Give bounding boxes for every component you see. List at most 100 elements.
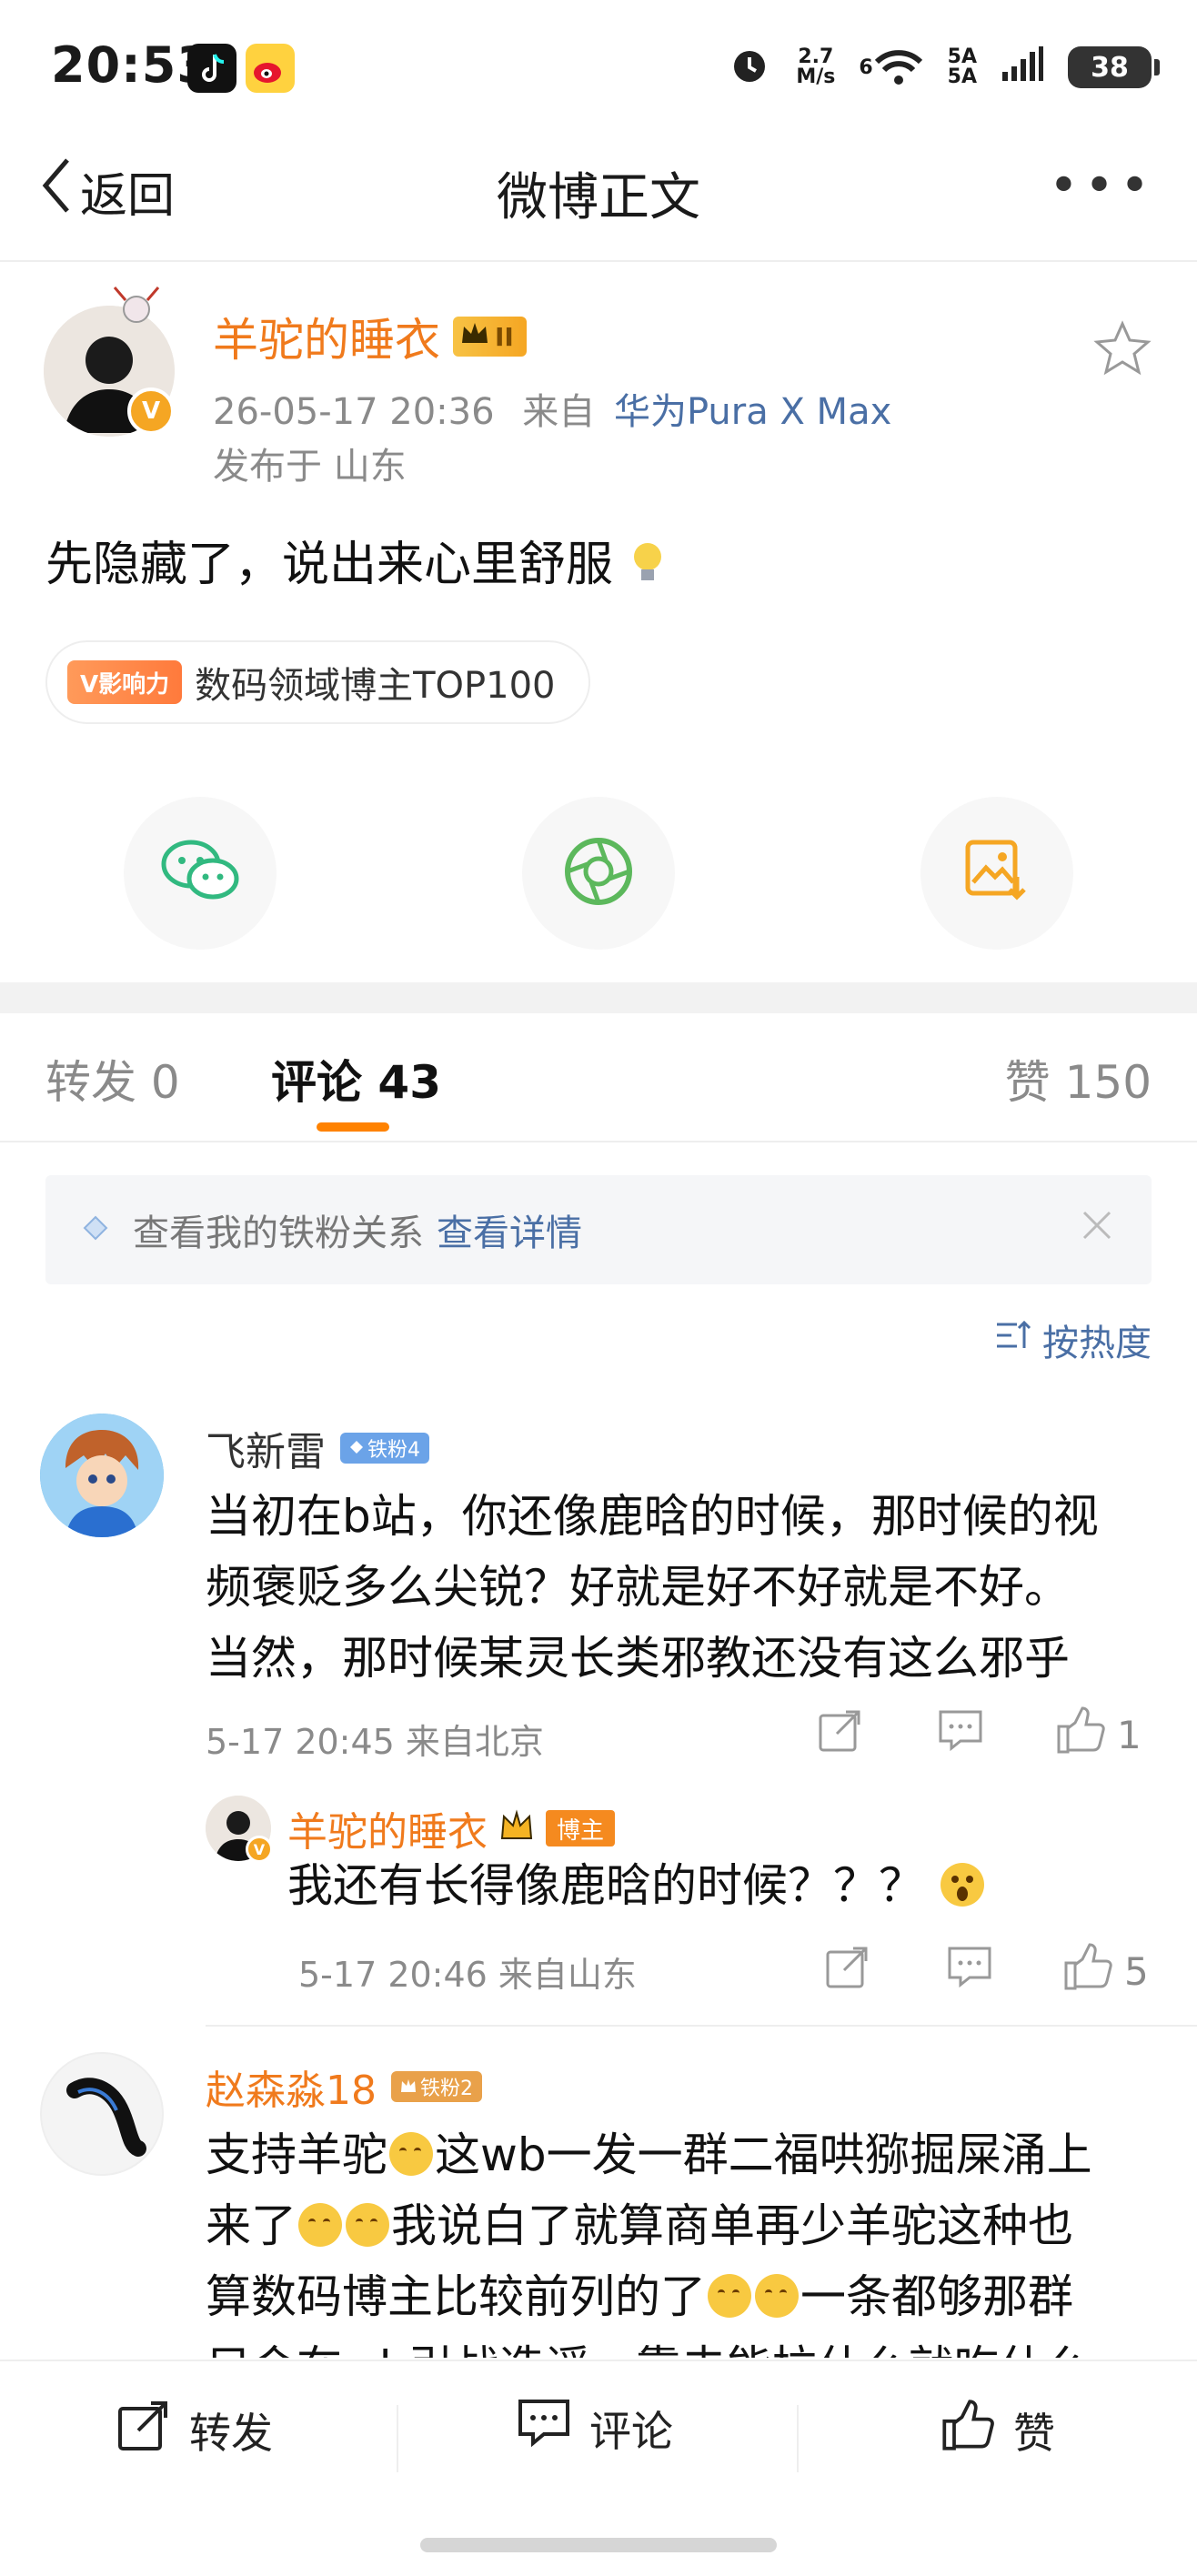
back-label: 返回 — [80, 169, 176, 224]
signal-icon — [1001, 46, 1044, 88]
crown-icon — [460, 321, 489, 353]
comment-line: 支持羊驼 这wb一发一群二福哄猕掘屎涌上 — [206, 2128, 1092, 2181]
fan-badge: 铁粉2 — [391, 2071, 482, 2102]
sort-icon — [995, 1319, 1031, 1361]
post-timestamp: 26-05-17 20:36 — [213, 391, 495, 433]
comment-meta: 5-17 20:45 来自北京 — [206, 1722, 544, 1762]
status-indicators: 2.7 M/s 6 5A 5A 38 — [727, 42, 1160, 93]
source-prefix: 来自 — [522, 391, 596, 433]
vip-badge[interactable]: II — [453, 317, 527, 357]
share-wechat-button[interactable] — [124, 797, 277, 950]
antler-decoration-icon — [100, 284, 173, 324]
post-device[interactable]: 华为Pura X Max — [614, 391, 891, 433]
save-image-button[interactable] — [920, 797, 1073, 950]
thumbs-up-icon — [1062, 1941, 1113, 2001]
laugh-cry-emoji-icon — [298, 2203, 342, 2247]
net-speed: 2.7 M/s — [796, 45, 836, 88]
repost-button[interactable]: 转发 — [116, 2398, 273, 2462]
sort-label: 按热度 — [1042, 1323, 1152, 1364]
section-separator — [0, 982, 1197, 1013]
bottom-separator — [797, 2405, 799, 2472]
thumbs-up-icon — [940, 2398, 995, 2462]
like-count: 1 — [1117, 1712, 1142, 1757]
share-moments-button[interactable] — [522, 797, 675, 950]
reply-comment-icon[interactable] — [946, 1945, 993, 1997]
fan-badge: 铁粉4 — [340, 1433, 429, 1464]
image-download-icon — [962, 835, 1031, 911]
lightbulb-emoji-icon — [629, 538, 667, 592]
reply-author-name[interactable]: 羊驼的睡衣 — [287, 1799, 488, 1857]
fans-text: 查看我的铁粉关系 — [133, 1213, 424, 1254]
author-name[interactable]: 羊驼的睡衣 — [213, 304, 440, 369]
wifi-icon: 6 — [859, 47, 923, 87]
influence-badge: V影响力 — [67, 660, 183, 704]
fan-level: 铁粉2 — [420, 2078, 473, 2100]
moments-icon — [560, 833, 637, 913]
comment-line: 算数码博主比较前列的了 一条都够那群 — [206, 2270, 1073, 2323]
commenter-avatar[interactable] — [40, 2052, 164, 2176]
influence-tag[interactable]: V影响力 数码领域博主TOP100 — [45, 640, 590, 724]
fan-level: 铁粉4 — [367, 1439, 420, 1462]
comment-author-name[interactable]: 赵森淼18 — [206, 2058, 377, 2116]
back-button[interactable]: 返回 — [40, 156, 175, 226]
comment-like-button[interactable]: 1 — [1055, 1705, 1142, 1765]
home-indicator[interactable] — [420, 2538, 777, 2552]
like-button[interactable]: 赞 — [940, 2398, 1055, 2462]
comment-author-row: 飞新雷 铁粉4 — [206, 1419, 429, 1477]
comment-icon — [517, 2398, 571, 2459]
comment-divider — [206, 2025, 1197, 2027]
fans-details-link[interactable]: 查看详情 — [437, 1203, 582, 1256]
post-body: 先隐藏了，说出来心里舒服 — [45, 526, 667, 594]
reply-text-content: 我还有长得像鹿晗的时候？？？ — [287, 1859, 924, 1912]
host-badge: 博主 — [546, 1810, 616, 1846]
repost-icon — [116, 2398, 171, 2462]
post-location: 发布于 山东 — [213, 446, 407, 488]
laugh-cry-emoji-icon — [708, 2274, 751, 2318]
reply-meta: 5-17 20:46 来自山东 — [298, 1955, 637, 1995]
active-tab-indicator — [317, 1122, 389, 1132]
repost-label: 转发 — [189, 2408, 273, 2458]
bottom-separator — [397, 2405, 398, 2472]
verified-badge-icon: V — [127, 387, 175, 435]
diamond-icon — [82, 1209, 109, 1251]
close-icon[interactable] — [1079, 1207, 1115, 1253]
comment-line: 当初在b站，你还像鹿晗的时候，那时候的视 — [206, 1490, 1099, 1543]
comment-button[interactable]: 评论 — [517, 2398, 673, 2459]
comment-line: 只会在wb引战造谣，靠去能拉什么就吃什么 — [206, 2332, 1170, 2358]
commenter-avatar[interactable] — [40, 1414, 164, 1537]
post-text: 先隐藏了，说出来心里舒服 — [45, 538, 614, 592]
wechat-icon — [158, 837, 242, 910]
like-label: 赞 — [1013, 2408, 1055, 2458]
tab-likes[interactable]: 赞 150 — [1005, 1046, 1152, 1112]
comment-line: 频褒贬多么尖锐？好就是好不好就是不好。 — [206, 1561, 1070, 1614]
sort-button[interactable]: 按热度 — [995, 1313, 1152, 1366]
reply-text: 我还有长得像鹿晗的时候？？？ — [287, 1850, 986, 1921]
tab-comments[interactable]: 评论 43 — [271, 1046, 441, 1112]
like-count: 5 — [1124, 1948, 1149, 1994]
alarm-icon — [727, 42, 772, 93]
tab-repost[interactable]: 转发 0 — [45, 1046, 180, 1112]
page-title: 微博正文 — [497, 168, 700, 227]
tiktok-app-icon — [187, 44, 236, 93]
reply-share-icon[interactable] — [824, 1943, 871, 1999]
comment-author-name[interactable]: 飞新雷 — [206, 1419, 326, 1477]
vip-level: II — [495, 321, 514, 352]
signal-labels: 5A 5A — [947, 45, 977, 88]
fans-relation-bar[interactable]: 查看我的铁粉关系 查看详情 — [45, 1175, 1152, 1284]
tabs-divider — [0, 1141, 1197, 1142]
comment-author-row: 赵森淼18 铁粉2 — [206, 2058, 482, 2116]
chevron-left-icon — [40, 156, 73, 226]
more-options-button[interactable]: ••• — [1049, 156, 1155, 216]
comment-label: 评论 — [589, 2406, 673, 2456]
comment-reply-icon[interactable] — [937, 1708, 984, 1761]
laugh-cry-emoji-icon — [346, 2203, 389, 2247]
nav-divider — [0, 260, 1197, 262]
post-meta: 26-05-17 20:36 来自 华为Pura X Max — [213, 382, 891, 435]
reply-author-row: 羊驼的睡衣 博主 — [287, 1799, 616, 1857]
reply-like-button[interactable]: 5 — [1062, 1941, 1149, 2001]
crown-icon — [498, 1806, 535, 1852]
favorite-star-icon[interactable] — [1091, 318, 1153, 394]
status-bar: 20:53 2.7 M/s 6 5A 5A 38 — [0, 0, 1197, 136]
laugh-cry-emoji-icon — [755, 2274, 799, 2318]
comment-share-icon[interactable] — [817, 1706, 864, 1763]
